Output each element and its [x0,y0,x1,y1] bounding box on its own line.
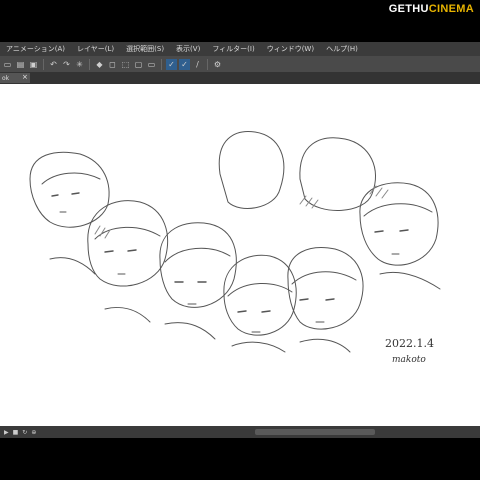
rotate-icon[interactable]: ↻ [22,429,27,436]
horizontal-scrollbar[interactable] [255,429,375,435]
fill-icon[interactable]: ◆ [94,59,105,70]
fit-icon[interactable]: ▢ [133,59,144,70]
face-outline [87,200,169,287]
sketch-drawing: 2022.1.4 makoto [29,130,441,365]
play-icon[interactable]: ▶ [4,429,9,436]
zoom-icon[interactable]: ⊕ [31,429,36,436]
tab-label: ok [2,74,10,82]
clear-icon[interactable]: ◻ [107,59,118,70]
loading-icon: ✳ [76,59,83,69]
paint-app-window: アニメーション(A) レイヤー(L) 選択範囲(S) 表示(V) フィルター(I… [0,42,480,438]
video-letterbox-top: GETHUCINEMA [0,0,480,42]
pen-icon[interactable]: ✓ [166,58,177,70]
menu-view[interactable]: 表示(V) [170,44,206,54]
document-tab-bar: ok × [0,72,480,84]
brush-icon[interactable]: / [192,59,203,70]
open-icon[interactable]: ▤ [15,59,26,70]
face-outline [223,254,297,336]
stop-icon[interactable]: ■ [13,429,19,436]
drawing-canvas[interactable]: 2022.1.4 makoto [0,84,480,426]
toolbar-divider [43,58,44,70]
face-outline [159,222,237,308]
menu-help[interactable]: ヘルプ(H) [320,44,364,54]
menu-selection[interactable]: 選択範囲(S) [120,44,170,54]
menu-bar: アニメーション(A) レイヤー(L) 選択範囲(S) 表示(V) フィルター(I… [0,42,480,56]
pencil-icon[interactable]: ✓ [179,58,190,70]
ruler-icon[interactable]: ▭ [146,59,157,70]
menu-window[interactable]: ウィンドウ(W) [261,44,320,54]
toolbar-divider [89,58,90,70]
menu-filter[interactable]: フィルター(I) [206,44,260,54]
undo-icon[interactable]: ↶ [48,59,59,70]
signature-name: makoto [392,355,426,365]
status-bar: ▶ ■ ↻ ⊕ [0,426,480,438]
save-icon[interactable]: ▣ [28,59,39,70]
toolbar-divider [207,58,208,70]
close-icon[interactable]: × [22,73,28,81]
head-outline [218,130,285,209]
menu-layer[interactable]: レイヤー(L) [71,44,120,54]
menu-animation[interactable]: アニメーション(A) [0,44,71,54]
face-outline [29,151,110,228]
watermark-logo: GETHUCINEMA [388,3,474,15]
redo-icon[interactable]: ↷ [61,59,72,70]
face-outline [287,247,364,330]
toolbar-divider [161,58,162,70]
transform-icon[interactable]: ⬚ [120,59,131,70]
settings-icon[interactable]: ⚙ [212,59,223,70]
signature-date: 2022.1.4 [385,337,434,350]
new-icon[interactable]: ▭ [2,59,13,70]
tab-document[interactable]: ok × [0,73,30,83]
command-bar: ▭ ▤ ▣ ↶ ↷ ✳ ◆ ◻ ⬚ ▢ ▭ ✓ ✓ / ⚙ [0,56,480,72]
